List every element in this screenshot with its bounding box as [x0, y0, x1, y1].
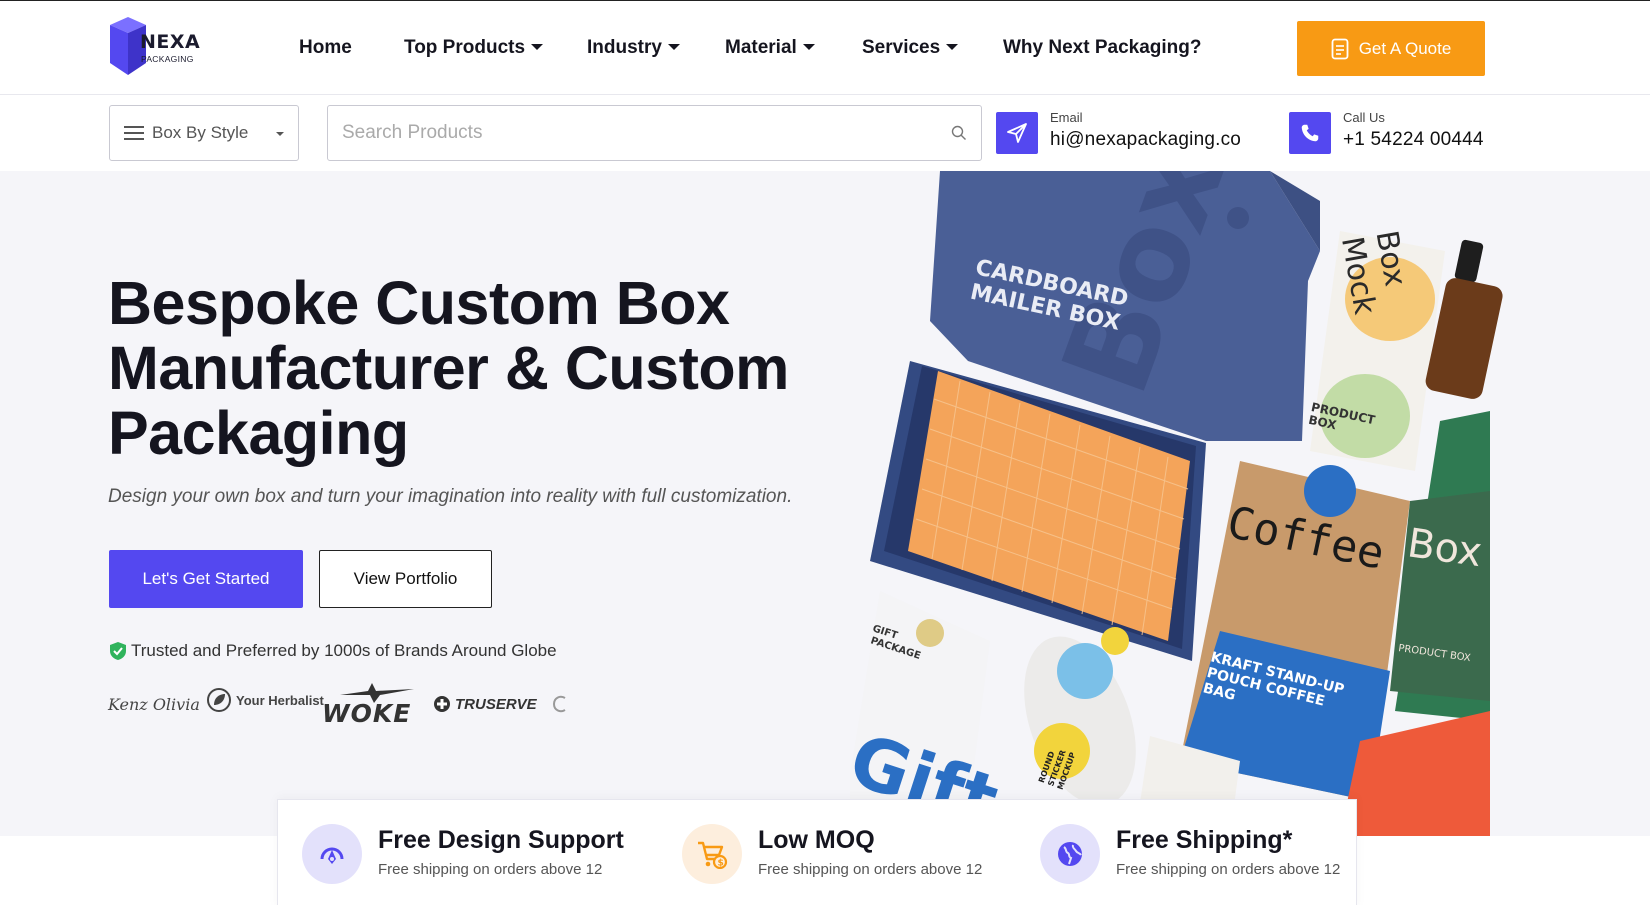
trust-statement: Trusted and Preferred by 1000s of Brands…	[109, 641, 557, 661]
chevron-down-icon	[276, 132, 284, 136]
cart-icon: $	[682, 824, 742, 884]
feature-strip: Free Design Support Free shipping on ord…	[277, 799, 1357, 905]
search-icon[interactable]	[951, 125, 967, 141]
view-portfolio-button[interactable]: View Portfolio	[319, 550, 492, 608]
get-a-quote-label: Get A Quote	[1358, 38, 1452, 58]
nav-top-products[interactable]: Top Products	[404, 37, 544, 59]
feature-title: Free Shipping*	[1116, 826, 1293, 854]
feature-subtitle: Free shipping on orders above 12	[1116, 861, 1341, 878]
brand-logo-kenz-olivia: Kenz Olivia	[108, 695, 200, 714]
get-a-quote-button[interactable]: Get A Quote	[1297, 21, 1485, 76]
hero-subtitle: Design your own box and turn your imagin…	[108, 486, 793, 507]
chevron-down-icon	[531, 44, 544, 50]
logo-tagline: PACKAGING	[141, 54, 194, 64]
nexa-logo[interactable]: NEXA PACKAGING	[108, 13, 204, 79]
document-icon	[1331, 38, 1349, 59]
nav-services[interactable]: Services	[862, 37, 959, 59]
feature-subtitle: Free shipping on orders above 12	[378, 861, 603, 878]
chevron-down-icon	[667, 44, 680, 50]
trust-text: Trusted and Preferred by 1000s of Brands…	[131, 641, 557, 660]
shield-check-icon	[110, 642, 126, 660]
feature-low-moq: $ Low MOQ Free shipping on orders above …	[682, 824, 982, 884]
nav-home[interactable]: Home	[299, 37, 352, 59]
brand-logo-your-herbalist: Your Herbalist	[206, 687, 324, 713]
email-label: Email	[1050, 110, 1083, 125]
feature-title: Free Design Support	[378, 826, 624, 854]
brand-logo-truserve: TRUSERVE	[433, 695, 537, 713]
brand-logo-partial	[552, 695, 568, 718]
feature-subtitle: Free shipping on orders above 12	[758, 861, 983, 878]
email-value: hi@nexapackaging.co	[1050, 129, 1242, 150]
email-contact[interactable]: Email hi@nexapackaging.co	[996, 110, 1242, 154]
chevron-down-icon	[802, 44, 815, 50]
hero-title: Bespoke Custom Box Manufacturer & Custom…	[108, 269, 789, 467]
phone-icon	[1289, 112, 1331, 154]
feature-free-design-support: Free Design Support Free shipping on ord…	[302, 824, 624, 884]
hero-section: Bespoke Custom Box Manufacturer & Custom…	[0, 171, 1650, 836]
leaf-icon	[207, 688, 231, 712]
nav-why-next-packaging[interactable]: Why Next Packaging?	[1003, 37, 1202, 59]
menu-icon	[124, 126, 144, 140]
search-input[interactable]	[328, 106, 928, 160]
svg-text:$: $	[718, 859, 724, 869]
product-search	[327, 105, 982, 161]
feature-title: Low MOQ	[758, 826, 875, 854]
chevron-down-icon	[946, 44, 959, 50]
search-bar-row: Box By Style Email hi@nexapackaging.co	[0, 95, 1650, 171]
logo-wordmark: NEXA	[140, 31, 201, 53]
lets-get-started-button[interactable]: Let's Get Started	[109, 550, 303, 608]
packaging-product-image: Box CARDBOARD MAILER BOX Box Mock PRODUC…	[850, 171, 1565, 836]
phone-label: Call Us	[1343, 110, 1385, 125]
send-icon	[996, 112, 1038, 154]
brand-logo-woke: WOKE	[320, 681, 420, 736]
box-style-select[interactable]: Box By Style	[109, 105, 299, 161]
top-navbar: NEXA PACKAGING Home Top Products Industr…	[0, 0, 1650, 95]
box-style-select-value: Box By Style	[152, 123, 249, 142]
brand-logos-carousel: Kenz Olivia Your Herbalist WOKE TRUSERVE	[108, 681, 568, 731]
phone-value: +1 54224 00444	[1343, 129, 1484, 150]
nav-material[interactable]: Material	[725, 37, 815, 59]
plus-circle-icon	[434, 696, 450, 712]
feature-free-shipping: Free Shipping* Free shipping on orders a…	[1040, 824, 1340, 884]
design-support-icon	[302, 824, 362, 884]
phone-contact[interactable]: Call Us +1 54224 00444	[1289, 110, 1484, 154]
nav-industry[interactable]: Industry	[587, 37, 680, 59]
globe-icon	[1040, 824, 1100, 884]
